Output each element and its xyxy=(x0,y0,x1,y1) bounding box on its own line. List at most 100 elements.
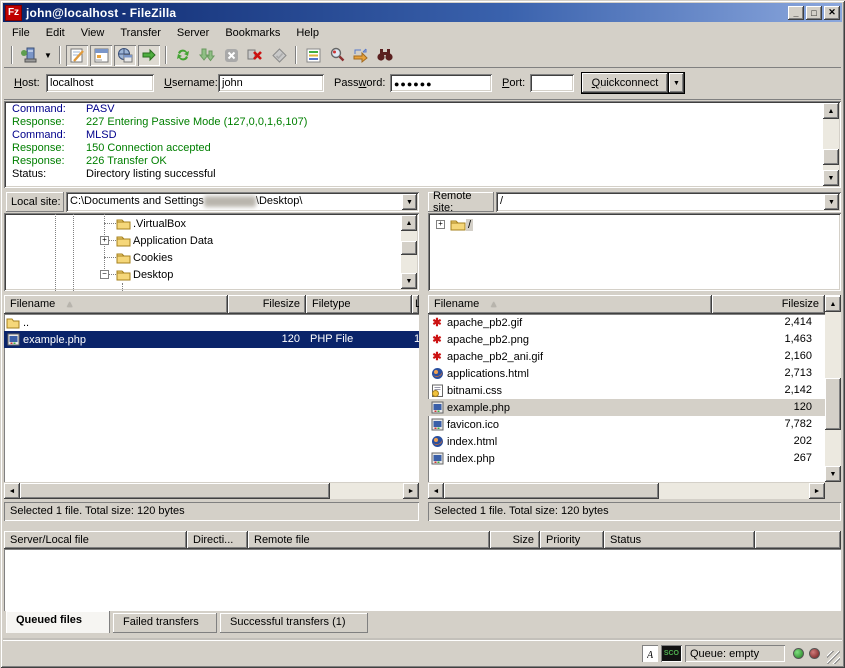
quickconnect-button[interactable]: Quickconnect xyxy=(582,73,668,93)
synchronized-browsing-button[interactable] xyxy=(350,45,372,66)
abort-button[interactable] xyxy=(268,45,290,66)
file-row[interactable]: index.html 202 xyxy=(428,433,841,450)
file-row-example-php[interactable]: example.php 120 PHP File 1 xyxy=(4,331,419,348)
tree-item-desktop[interactable]: Desktop xyxy=(116,266,175,283)
column-filesize[interactable]: Filesize xyxy=(228,295,306,314)
tree-item-root[interactable]: / xyxy=(450,216,473,233)
local-site-combo[interactable]: C:\Documents and Settings\Desktop\ xyxy=(66,192,419,212)
maximize-button[interactable]: □ xyxy=(806,6,822,20)
site-manager-dropdown[interactable]: ▼ xyxy=(42,45,54,66)
expand-plus-icon[interactable]: + xyxy=(100,236,109,245)
toggle-local-tree-button[interactable] xyxy=(90,45,112,66)
combo-dropdown-icon[interactable]: ▼ xyxy=(402,194,417,210)
remote-site-combo[interactable]: / xyxy=(496,192,841,212)
column-priority[interactable]: Priority xyxy=(540,531,604,549)
port-input[interactable] xyxy=(530,74,574,92)
toggle-remote-tree-button[interactable] xyxy=(114,45,136,66)
tree-item-cookies[interactable]: Cookies xyxy=(116,249,175,266)
scrollbar-thumb[interactable] xyxy=(444,483,659,499)
column-size[interactable]: Size xyxy=(490,531,540,549)
quickconnect-dropdown[interactable]: ▼ xyxy=(669,73,684,93)
scroll-right-icon[interactable]: ► xyxy=(403,483,419,499)
menu-server[interactable]: Server xyxy=(169,25,217,41)
queue-list[interactable] xyxy=(4,549,841,611)
scroll-left-icon[interactable]: ◄ xyxy=(4,483,20,499)
column-status[interactable]: Status xyxy=(604,531,755,549)
find-files-button[interactable] xyxy=(374,45,396,66)
file-row-parent[interactable]: .. xyxy=(4,314,419,331)
minimize-button[interactable]: _ xyxy=(788,6,804,20)
file-row[interactable]: applications.html 2,713 xyxy=(428,365,841,382)
local-list-hscrollbar[interactable]: ◄ ► xyxy=(4,483,419,499)
scroll-up-icon[interactable]: ▲ xyxy=(825,296,841,312)
menu-file[interactable]: File xyxy=(4,25,38,41)
column-last-modified[interactable]: L xyxy=(412,295,419,314)
title-bar[interactable]: Fz john@localhost - FileZilla _ □ ✕ xyxy=(3,3,842,22)
file-row[interactable]: favicon.ico 7,782 xyxy=(428,416,841,433)
host-input[interactable]: localhost xyxy=(46,74,154,92)
column-filetype[interactable]: Filetype xyxy=(306,295,412,314)
image-file-icon: ✱ xyxy=(430,333,444,347)
status-bar: A SCO Queue: empty xyxy=(3,640,842,666)
column-filesize[interactable]: Filesize xyxy=(712,295,825,314)
file-row[interactable]: ✱ apache_pb2_ani.gif 2,160 xyxy=(428,348,841,365)
menu-bookmarks[interactable]: Bookmarks xyxy=(217,25,288,41)
close-button[interactable]: ✕ xyxy=(824,6,840,20)
site-manager-button[interactable] xyxy=(18,45,40,66)
menu-edit[interactable]: Edit xyxy=(38,25,73,41)
cancel-operation-button[interactable] xyxy=(220,45,242,66)
file-row[interactable]: ✱ apache_pb2.png 1,463 xyxy=(428,331,841,348)
username-input[interactable]: john xyxy=(218,74,324,92)
file-row[interactable]: bitnami.css 2,142 xyxy=(428,382,841,399)
remote-list-hscrollbar[interactable]: ◄ ► xyxy=(428,483,825,499)
expand-plus-icon[interactable]: + xyxy=(436,220,445,229)
password-input[interactable]: ●●●●●● xyxy=(390,74,492,92)
column-remote-file[interactable]: Remote file xyxy=(248,531,490,549)
scrollbar-thumb[interactable] xyxy=(401,241,417,255)
remote-status-text: Selected 1 file. Total size: 120 bytes xyxy=(428,502,841,521)
scrollbar-thumb[interactable] xyxy=(823,149,839,165)
scroll-left-icon[interactable]: ◄ xyxy=(428,483,444,499)
scroll-up-icon[interactable]: ▲ xyxy=(823,103,839,119)
column-filename[interactable]: Filename▲ xyxy=(4,295,228,314)
sort-ascending-icon: ▲ xyxy=(489,299,498,309)
disconnect-button[interactable] xyxy=(244,45,266,66)
refresh-button[interactable] xyxy=(172,45,194,66)
menu-help[interactable]: Help xyxy=(288,25,327,41)
file-row-example-php[interactable]: example.php 120 xyxy=(428,399,841,416)
log-scrollbar[interactable]: ▲ ▼ xyxy=(823,103,839,186)
tree-item-application-data[interactable]: Application Data xyxy=(116,232,215,249)
tab-successful-transfers[interactable]: Successful transfers (1) xyxy=(220,613,368,633)
filter-button[interactable] xyxy=(302,45,324,66)
toggle-transfer-queue-button[interactable] xyxy=(138,45,160,66)
file-row[interactable]: index.php 267 xyxy=(428,450,841,467)
menu-transfer[interactable]: Transfer xyxy=(112,25,169,41)
collapse-minus-icon[interactable]: − xyxy=(100,270,109,279)
compare-directories-button[interactable] xyxy=(326,45,348,66)
scroll-up-icon[interactable]: ▲ xyxy=(401,215,417,231)
process-queue-button[interactable] xyxy=(196,45,218,66)
tree-item-virtualbox[interactable]: .VirtualBox xyxy=(116,215,188,232)
combo-dropdown-icon[interactable]: ▼ xyxy=(824,194,839,210)
scroll-right-icon[interactable]: ► xyxy=(809,483,825,499)
column-filename[interactable]: Filename▲ xyxy=(428,295,712,314)
filter-icon xyxy=(305,47,322,64)
scroll-down-icon[interactable]: ▼ xyxy=(825,466,841,482)
scroll-down-icon[interactable]: ▼ xyxy=(401,273,417,289)
speed-limit-icon[interactable]: SCO xyxy=(661,645,682,662)
tab-failed-transfers[interactable]: Failed transfers xyxy=(113,613,217,633)
menu-view[interactable]: View xyxy=(73,25,113,41)
menu-bar: File Edit View Transfer Server Bookmarks… xyxy=(4,23,841,42)
local-tree-scrollbar[interactable]: ▲ ▼ xyxy=(401,215,417,289)
scrollbar-thumb[interactable] xyxy=(20,483,330,499)
toggle-message-log-button[interactable] xyxy=(66,45,88,66)
resize-grip[interactable] xyxy=(827,651,840,664)
scroll-down-icon[interactable]: ▼ xyxy=(823,170,839,186)
tab-queued-files[interactable]: Queued files xyxy=(6,611,110,633)
scrollbar-thumb[interactable] xyxy=(825,378,841,430)
column-direction[interactable]: Directi... xyxy=(187,531,248,549)
file-row[interactable]: ✱ apache_pb2.gif 2,414 xyxy=(428,314,841,331)
tree-line xyxy=(122,283,124,291)
remote-list-scrollbar[interactable]: ▲ ▼ xyxy=(825,296,841,482)
column-server-local-file[interactable]: Server/Local file xyxy=(4,531,187,549)
